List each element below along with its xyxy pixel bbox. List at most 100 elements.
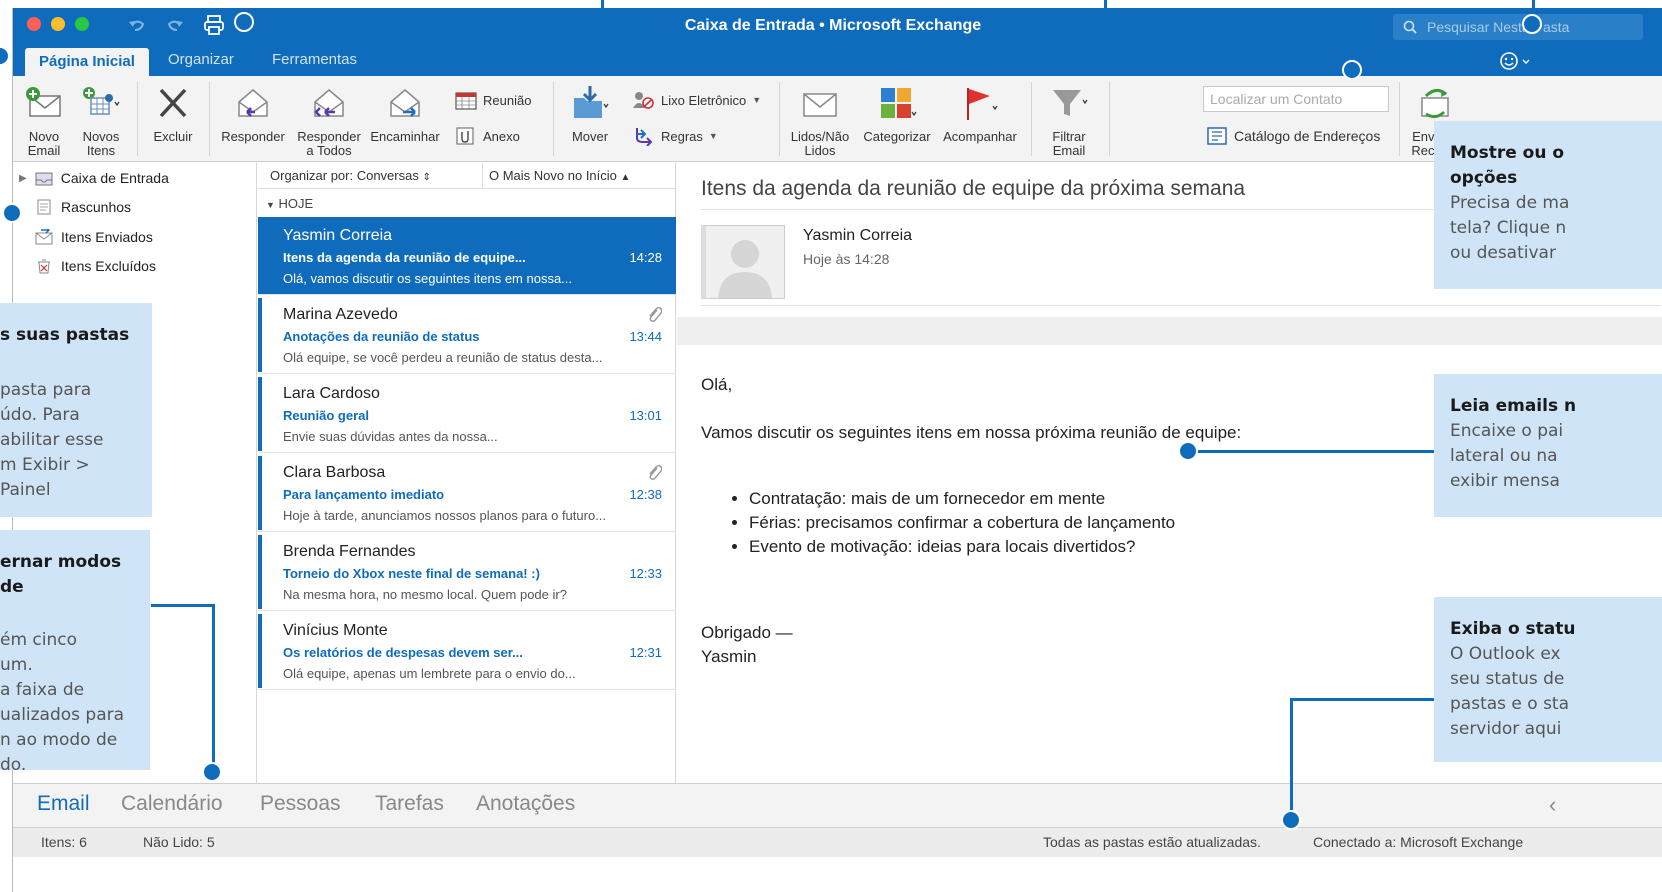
search-field[interactable]: Pesquisar Nesta Pasta: [1393, 14, 1643, 40]
collapse-arrow-icon: ▼: [266, 200, 275, 210]
message-subject-line: Anotações da reunião de status: [283, 329, 480, 344]
tab-pagina-inicial[interactable]: Página Inicial: [25, 48, 149, 76]
sender-avatar: [701, 225, 785, 299]
callout-heading: Mostre ou o: [1450, 143, 1565, 163]
callout-line: Precisa de ma: [1450, 193, 1570, 213]
message-preview: Hoje à tarde, anunciamos nossos planos p…: [283, 508, 607, 523]
callout-heading: Exiba o statu: [1450, 619, 1576, 639]
attachment-icon: [456, 127, 474, 145]
meeting-button[interactable]: Reunião: [455, 90, 531, 110]
folder-item-deleted[interactable]: Itens Excluídos: [35, 258, 156, 274]
unread-indicator: [258, 535, 262, 609]
read-unread-button[interactable]: Lidos/Não Lidos: [787, 84, 853, 158]
sent-date: Hoje às 14:28: [803, 251, 890, 267]
attachment-button[interactable]: Anexo: [455, 126, 520, 146]
folder-item-inbox[interactable]: ▶ Caixa de Entrada: [19, 170, 169, 186]
callout-line: um.: [0, 655, 33, 675]
forward-icon: [390, 89, 420, 117]
message-subject: Itens da agenda da reunião de equipe da …: [701, 177, 1246, 200]
sort-by-dropdown[interactable]: Organizar por: Conversas ⇕: [270, 168, 431, 183]
nav-email[interactable]: Email: [37, 792, 90, 816]
message-time: 13:01: [629, 408, 662, 423]
tab-ferramentas[interactable]: Ferramentas: [258, 44, 371, 76]
meeting-label: Reunião: [483, 92, 532, 108]
ribbon-divider: [1031, 82, 1032, 156]
message-time: 13:44: [629, 329, 662, 344]
new-email-button[interactable]: Novo Email: [21, 84, 67, 158]
message-row[interactable]: Lara Cardoso Reunião geral 13:01 Envie suas…: [258, 375, 676, 453]
collapse-chevron-icon[interactable]: ‹: [1549, 792, 1556, 818]
sort-updown-icon: ⇕: [422, 172, 431, 183]
callout-line: ou desativar: [1450, 243, 1556, 263]
message-row[interactable]: Clara Barbosa Para lançamento imediato 12:…: [258, 454, 676, 532]
callout-body: ém cinco um. a faixa de ualizados para n…: [0, 628, 134, 770]
nav-notes[interactable]: Anotações: [476, 792, 575, 816]
categorize-button[interactable]: Categorizar: [859, 84, 935, 144]
ribbon-divider: [1109, 82, 1110, 156]
move-button[interactable]: Mover: [561, 84, 619, 144]
reply-button[interactable]: Responder: [217, 84, 289, 144]
message-sender: Clara Barbosa: [283, 464, 386, 481]
feedback-smiley-icon[interactable]: [1499, 50, 1535, 72]
message-preview: Envie suas dúvidas antes da nossa...: [283, 429, 498, 444]
nav-people[interactable]: Pessoas: [260, 792, 341, 816]
junk-label: Lixo Eletrônico: [661, 92, 747, 108]
callout-line: exibir mensa: [1450, 471, 1560, 491]
read-unread-label-2: Lidos: [804, 143, 836, 158]
body-bullet-list: Contratação: mais de um fornecedor em me…: [749, 487, 1175, 559]
move-folder-icon: [574, 86, 609, 118]
junk-button[interactable]: Lixo Eletrônico ▼: [631, 90, 761, 110]
reply-all-label-2: a Todos: [306, 143, 352, 158]
group-header-today[interactable]: ▼ HOJE: [266, 196, 313, 211]
callout-read-emails: Leia emails n Encaixe o pai lateral ou n…: [1434, 374, 1662, 517]
folder-item-sent[interactable]: Itens Enviados: [35, 229, 153, 245]
folder-label: Rascunhos: [61, 199, 132, 215]
address-book-button[interactable]: Catálogo de Endereços: [1206, 126, 1380, 146]
message-preview: Olá equipe, apenas um lembrete para o en…: [283, 666, 576, 681]
message-row[interactable]: Yasmin Correia Itens da agenda da reunião…: [258, 217, 676, 295]
reply-all-button[interactable]: Responder a Todos: [293, 84, 365, 158]
callout-heading: opções: [1450, 168, 1518, 188]
address-book-label: Catálogo de Endereços: [1234, 128, 1381, 144]
connector-line: [1190, 450, 1434, 453]
paperclip-icon: [646, 306, 663, 329]
callout-line: ualizados para: [0, 705, 125, 725]
delete-button[interactable]: Excluir: [145, 84, 201, 144]
callout-line: O Outlook ex: [1450, 644, 1561, 664]
tab-organizar[interactable]: Organizar: [154, 44, 248, 76]
find-contact-input[interactable]: Localizar um Contato: [1203, 86, 1389, 112]
attachment-label: Anexo: [483, 128, 520, 144]
nav-calendar[interactable]: Calendário: [121, 792, 223, 816]
message-row[interactable]: Brenda Fernandes Torneio do Xbox neste fi…: [258, 533, 676, 611]
connector-line: [1290, 698, 1434, 701]
forward-label: Encaminhar: [370, 129, 440, 144]
connector-line: [1290, 698, 1293, 820]
inbox-icon: [35, 172, 53, 186]
message-row[interactable]: Vinícius Monte Os relatórios de despesas …: [258, 612, 676, 690]
screenshot-stage: Caixa de Entrada • Microsoft Exchange Pe…: [0, 0, 1662, 892]
filter-email-button[interactable]: Filtrar Email: [1039, 84, 1099, 158]
message-preview: Na mesma hora, no mesmo local. Quem pode…: [283, 587, 567, 602]
sender-name[interactable]: Yasmin Correia: [803, 227, 912, 245]
forward-button[interactable]: Encaminhar: [365, 84, 445, 144]
callout-marker: [0, 46, 10, 66]
new-email-label-2: Email: [27, 143, 61, 158]
sort-by-label: Organizar por: Conversas: [270, 168, 419, 183]
follow-up-button[interactable]: Acompanhar: [939, 84, 1021, 144]
message-row[interactable]: Marina Azevedo Anotações da reunião de st…: [258, 296, 676, 374]
new-items-button[interactable]: Novos Itens: [75, 84, 127, 158]
sync-status: Todas as pastas estão atualizadas.: [1043, 834, 1261, 850]
folder-item-drafts[interactable]: Rascunhos: [35, 199, 131, 215]
rules-button[interactable]: Regras ▼: [631, 126, 718, 146]
callout-heading: ernar modos de: [0, 552, 122, 597]
connector-line: [151, 604, 215, 607]
body-intro: Vamos discutir os seguintes itens em nos…: [701, 423, 1242, 442]
module-nav-bar: Email Calendário Pessoas Tarefas Anotaçõ…: [13, 783, 1662, 827]
unread-indicator: [258, 298, 262, 372]
new-items-icon: [83, 87, 120, 115]
nav-tasks[interactable]: Tarefas: [375, 792, 444, 816]
order-dropdown[interactable]: O Mais Novo no Início ▲: [489, 168, 630, 183]
callout-marker: [1342, 60, 1362, 80]
message-sender: Vinícius Monte: [283, 622, 388, 639]
expand-arrow-icon[interactable]: ▶: [19, 173, 27, 184]
